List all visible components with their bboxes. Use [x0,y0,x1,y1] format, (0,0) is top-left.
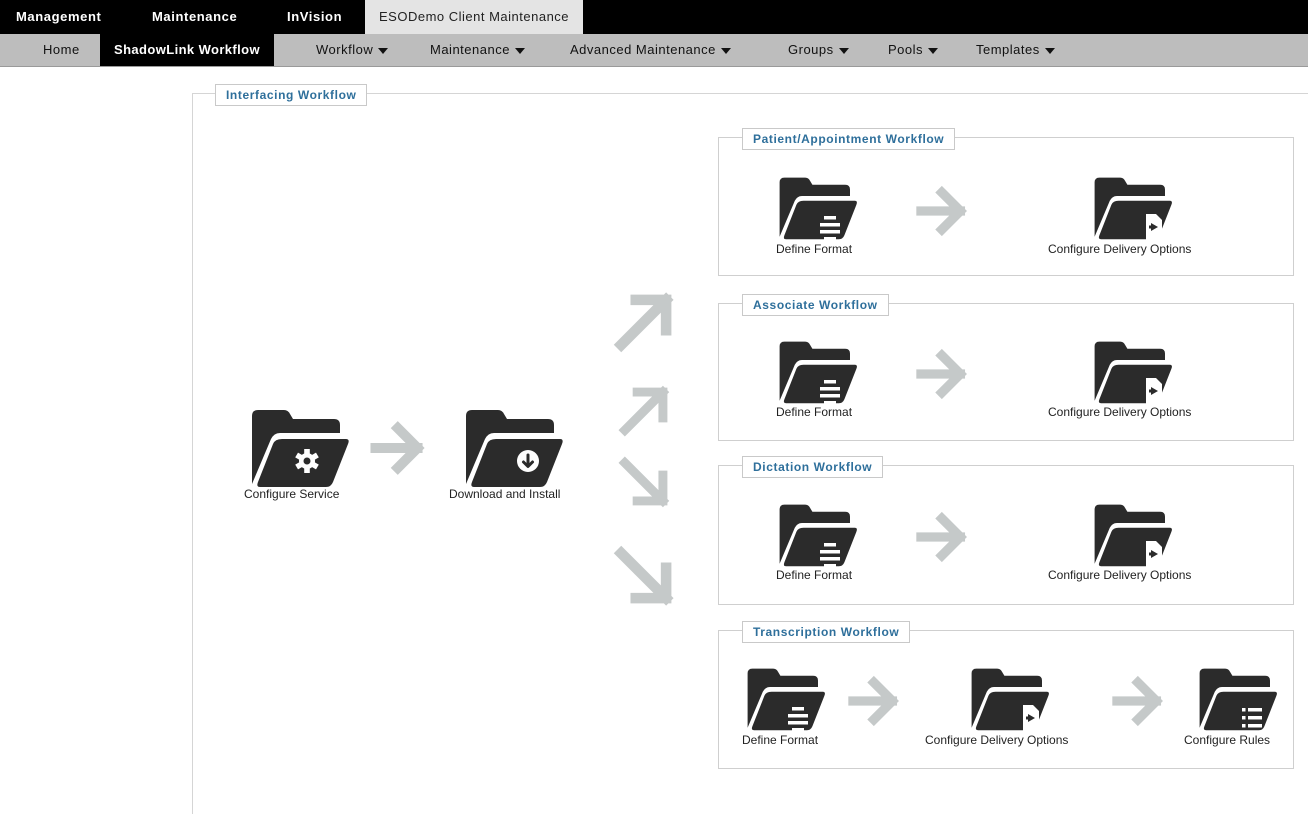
folder-delivery-icon[interactable] [1093,340,1173,404]
arrow-right-icon [914,508,972,566]
interfacing-workflow-title: Interfacing Workflow [215,84,368,106]
arrow-up-right-icon [612,288,678,354]
folder-delivery-icon[interactable] [970,667,1050,731]
arrow-down-right-icon [612,542,678,612]
folder-download-icon[interactable] [464,408,564,488]
download-install-label[interactable]: Download and Install [449,487,560,501]
folder-delivery-icon[interactable] [1093,176,1173,240]
sub-tab-templates-label: Templates [976,42,1040,57]
top-tab-client-maintenance[interactable]: ESODemo Client Maintenance [365,0,584,34]
sub-tab-workflow-label: Workflow [316,42,374,57]
associate-workflow-title: Associate Workflow [742,294,889,316]
arrow-right-icon [914,182,972,240]
sub-tab-shadowlink-workflow[interactable]: ShadowLink Workflow [100,34,275,66]
sub-tab-workflow[interactable]: Workflow [316,34,389,66]
patient-workflow-title: Patient/Appointment Workflow [742,128,956,150]
chevron-down-icon [1044,47,1055,54]
chevron-down-icon [928,47,939,54]
transcription-define-format-label[interactable]: Define Format [742,733,818,747]
sub-tab-advanced-label: Advanced Maintenance [570,42,716,57]
patient-delivery-options-label[interactable]: Configure Delivery Options [1048,242,1191,256]
dictation-workflow-title: Dictation Workflow [742,456,884,478]
transcription-configure-rules-label[interactable]: Configure Rules [1184,733,1270,747]
top-tab-management[interactable]: Management [16,0,101,34]
top-tab-invision[interactable]: InVision [287,0,342,34]
sub-tab-templates[interactable]: Templates [976,34,1055,66]
folder-format-icon[interactable] [746,667,826,731]
arrow-right-icon [914,345,972,403]
folder-delivery-icon[interactable] [1093,503,1173,567]
sub-tab-maintenance[interactable]: Maintenance [430,34,525,66]
chevron-down-icon [720,47,731,54]
sub-tab-advanced-maintenance[interactable]: Advanced Maintenance [570,34,731,66]
folder-format-icon[interactable] [778,503,858,567]
arrow-right-icon [846,672,904,730]
sub-nav-bar: Home ShadowLink Workflow Workflow Mainte… [0,34,1308,67]
arrow-right-icon [368,417,430,479]
chevron-down-icon [378,47,389,54]
sub-tab-groups[interactable]: Groups [788,34,849,66]
patient-define-format-label[interactable]: Define Format [776,242,852,256]
dictation-delivery-options-label[interactable]: Configure Delivery Options [1048,568,1191,582]
chevron-down-icon [838,47,849,54]
folder-format-icon[interactable] [778,340,858,404]
transcription-delivery-options-label[interactable]: Configure Delivery Options [925,733,1068,747]
associate-define-format-label[interactable]: Define Format [776,405,852,419]
chevron-down-icon [514,47,525,54]
sub-tab-groups-label: Groups [788,42,834,57]
arrow-right-icon [1110,672,1168,730]
folder-format-icon[interactable] [778,176,858,240]
folder-rules-icon[interactable] [1198,667,1278,731]
configure-service-label[interactable]: Configure Service [244,487,339,501]
arrow-up-right-icon [612,382,678,438]
transcription-workflow-title: Transcription Workflow [742,621,911,643]
top-tab-maintenance[interactable]: Maintenance [152,0,237,34]
sub-tab-home[interactable]: Home [43,34,80,66]
dictation-define-format-label[interactable]: Define Format [776,568,852,582]
arrow-down-right-icon [612,455,678,511]
folder-gear-icon[interactable] [250,408,350,488]
top-nav-bar: Management Maintenance InVision ESODemo … [0,0,1308,34]
sub-tab-pools[interactable]: Pools [888,34,939,66]
sub-tab-maintenance-label: Maintenance [430,42,510,57]
sub-tab-pools-label: Pools [888,42,924,57]
associate-delivery-options-label[interactable]: Configure Delivery Options [1048,405,1191,419]
